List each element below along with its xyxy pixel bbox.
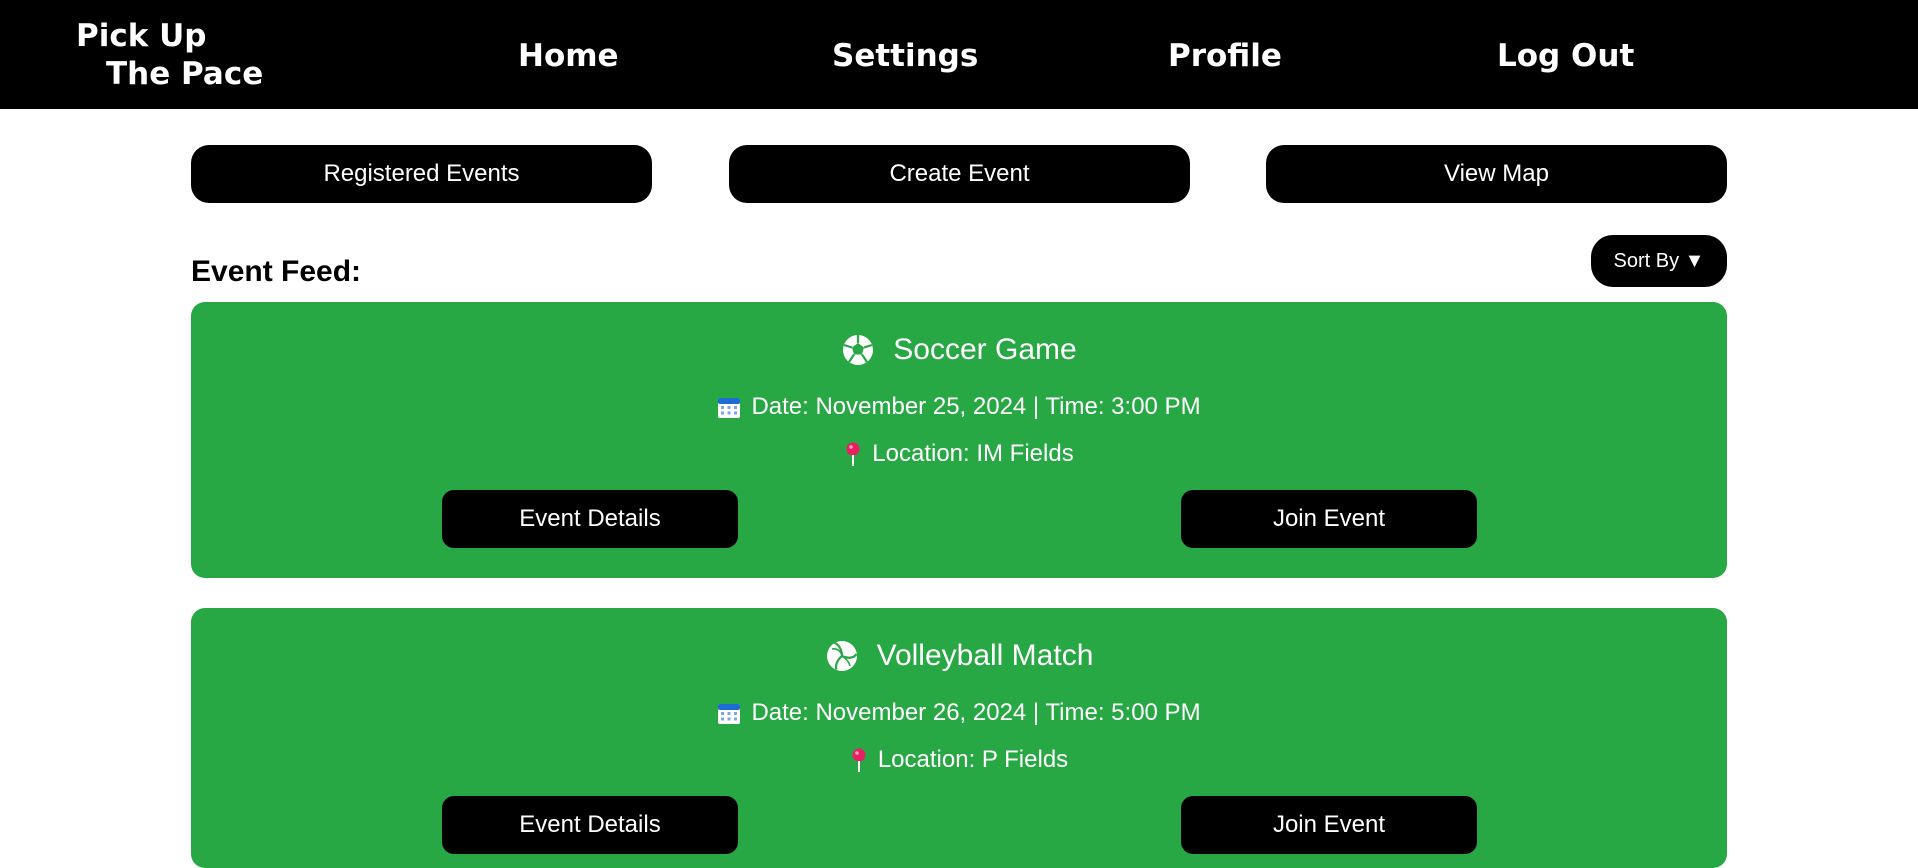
event-details-button[interactable]: Event Details	[442, 796, 738, 854]
calendar-icon	[717, 395, 741, 419]
top-navbar: Pick Up The Pace Home Settings Profile L…	[0, 0, 1918, 109]
location-pin-icon	[850, 747, 868, 773]
event-card: Volleyball Match Date: November 26, 2024…	[191, 608, 1727, 868]
event-title-row: Volleyball Match	[191, 636, 1727, 676]
event-location-row: Location: IM Fields	[191, 439, 1727, 469]
join-event-button[interactable]: Join Event	[1181, 796, 1477, 854]
sort-by-button[interactable]: Sort By ▼	[1591, 235, 1727, 287]
event-title-row: Soccer Game	[191, 330, 1727, 370]
event-date-time: Date: November 25, 2024 | Time: 3:00 PM	[751, 393, 1201, 420]
nav-profile-link[interactable]: Profile	[1168, 36, 1282, 76]
nav-settings-link[interactable]: Settings	[832, 36, 978, 76]
nav-logout-link[interactable]: Log Out	[1497, 36, 1634, 76]
event-date-row: Date: November 26, 2024 | Time: 5:00 PM	[191, 698, 1727, 728]
soccer-ball-icon	[841, 333, 875, 367]
event-title: Volleyball Match	[876, 639, 1094, 672]
view-map-button[interactable]: View Map	[1266, 145, 1727, 203]
logo-line-2: The Pace	[106, 56, 264, 92]
logo-line-1: Pick Up	[76, 18, 207, 54]
join-event-button[interactable]: Join Event	[1181, 490, 1477, 548]
location-pin-icon	[844, 441, 862, 467]
event-details-button[interactable]: Event Details	[442, 490, 738, 548]
event-location-row: Location: P Fields	[191, 745, 1727, 775]
event-date-time: Date: November 26, 2024 | Time: 5:00 PM	[751, 699, 1201, 726]
event-location: Location: P Fields	[877, 746, 1069, 773]
create-event-button[interactable]: Create Event	[729, 145, 1190, 203]
event-date-row: Date: November 25, 2024 | Time: 3:00 PM	[191, 392, 1727, 422]
volleyball-icon	[825, 639, 859, 673]
registered-events-button[interactable]: Registered Events	[191, 145, 652, 203]
site-logo[interactable]: Pick Up The Pace	[76, 17, 263, 93]
nav-home-link[interactable]: Home	[518, 36, 619, 76]
event-location: Location: IM Fields	[872, 440, 1074, 467]
calendar-icon	[717, 701, 741, 725]
event-card: Soccer Game Date: November 25, 2024 | Ti…	[191, 302, 1727, 578]
event-feed-title: Event Feed:	[191, 255, 362, 288]
event-title: Soccer Game	[893, 333, 1077, 366]
